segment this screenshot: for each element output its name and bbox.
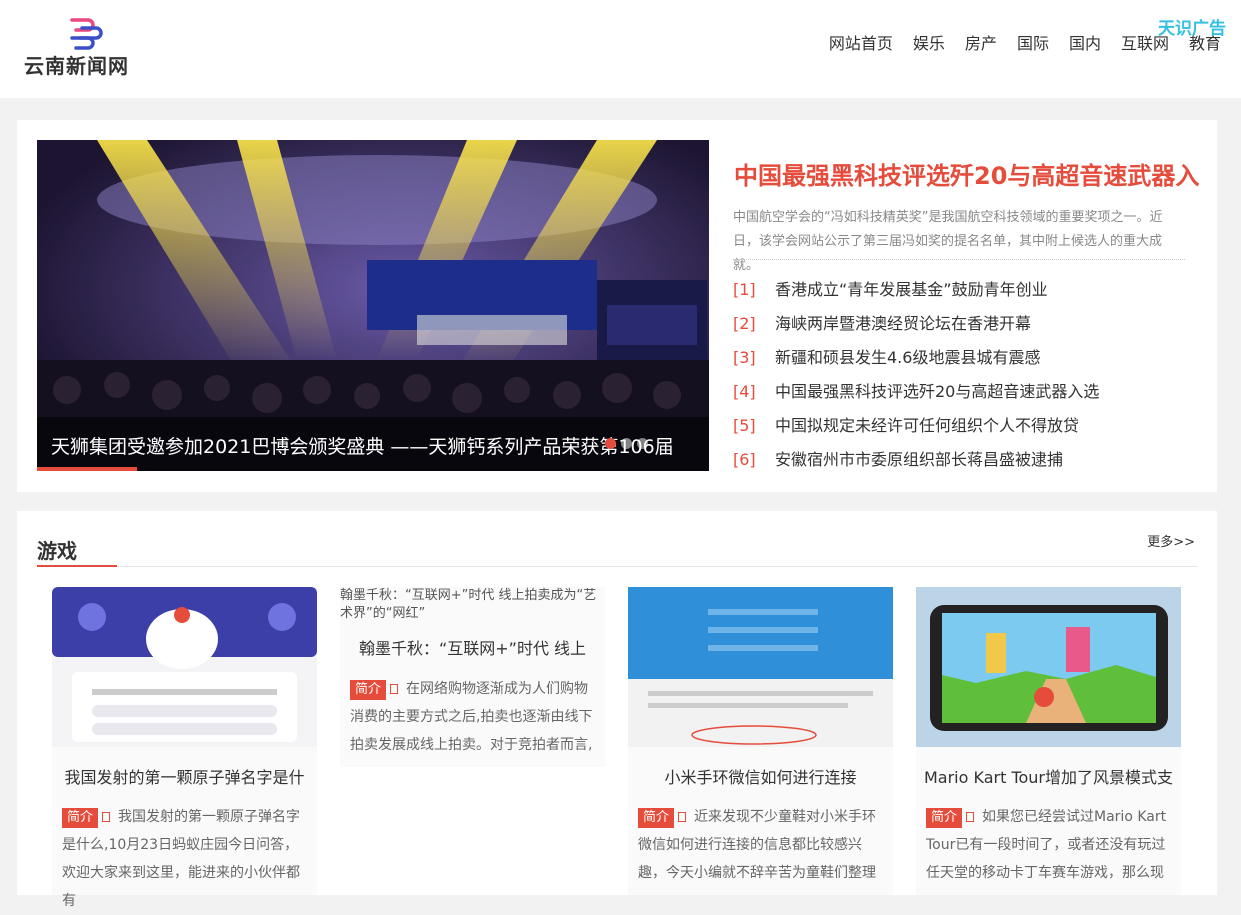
image-slider[interactable]: 天狮集团受邀参加2021巴博会颁奖盛典 ——天狮钙系列产品荣获第106届 <box>37 140 709 471</box>
game-card-3[interactable]: 小米手环微信如何进行连接 简介 近来发现不少童鞋对小米手环微信如何进行连接的信息都… <box>628 587 893 895</box>
list-item-number: [1] <box>733 280 756 299</box>
section-title-underline <box>37 565 117 567</box>
slider-dot-2[interactable] <box>621 438 632 449</box>
slider-dots <box>605 438 648 449</box>
card-title[interactable]: Mario Kart Tour增加了风景模式支 <box>916 764 1181 788</box>
intro-tag: 简介 <box>926 808 963 828</box>
list-item-number: [6] <box>733 450 756 469</box>
section-title: 游戏 <box>37 539 77 563</box>
site-header: 云南新闻网 网站首页 娱乐 房产 国际 国内 互联网 教育 天识广告 <box>0 0 1241 98</box>
wechat-band-image <box>628 587 893 747</box>
nav-real-estate[interactable]: 房产 <box>965 30 997 54</box>
list-item-title[interactable]: 中国最强黑科技评选歼20与高超音速武器入选 <box>775 382 1099 401</box>
list-item-title[interactable]: 海峡两岸暨港澳经贸论坛在香港开幕 <box>775 314 1031 333</box>
card-title[interactable]: 小米手环微信如何进行连接 <box>628 764 893 788</box>
slider-caption[interactable]: 天狮集团受邀参加2021巴博会颁奖盛典 ——天狮钙系列产品荣获第106届 <box>51 432 674 459</box>
list-item-number: [3] <box>733 348 756 367</box>
list-item-title[interactable]: 新疆和硕县发生4.6级地震县城有震感 <box>775 348 1040 367</box>
list-item-number: [4] <box>733 382 756 401</box>
game-card-1[interactable]: 我国发射的第一颗原子弹名字是什 简介 我国发射的第一颗原子弹名字是什么,10月23… <box>52 587 317 909</box>
card-image[interactable] <box>628 587 893 747</box>
nav-international[interactable]: 国际 <box>1017 30 1049 54</box>
list-item[interactable]: [1] 香港成立“青年发展基金”鼓励青年创业 <box>733 276 1099 310</box>
logo-text: 云南新闻网 <box>24 54 129 78</box>
list-item[interactable]: [3] 新疆和硕县发生4.6级地震县城有震感 <box>733 344 1099 378</box>
card-image[interactable] <box>52 587 317 747</box>
game-section: 游戏 更多>> 我国发射的第一颗原子弹名字是什 简介 我国发射的第一颗原子弹名字是… <box>17 511 1217 909</box>
feature-divider <box>733 259 1185 260</box>
list-item-title[interactable]: 香港成立“青年发展基金”鼓励青年创业 <box>775 280 1048 299</box>
ad-label[interactable]: 天识广告 <box>1158 14 1226 39</box>
card-title[interactable]: 我国发射的第一颗原子弹名字是什 <box>52 764 317 788</box>
card-title[interactable]: 翰墨千秋：“互联网+”时代 线上 <box>340 635 605 659</box>
nav-home[interactable]: 网站首页 <box>829 30 893 54</box>
intro-tag: 简介 <box>350 680 387 700</box>
site-logo[interactable]: 云南新闻网 <box>24 12 148 78</box>
intro-tag: 简介 <box>638 808 675 828</box>
mario-kart-image <box>916 587 1181 747</box>
feature-headline[interactable]: 中国最强黑科技评选歼20与高超音速武器入 <box>734 156 1199 191</box>
tag-marker-icon <box>390 684 399 694</box>
list-item[interactable]: [2] 海峡两岸暨港澳经贸论坛在香港开幕 <box>733 310 1099 344</box>
card-image-alt[interactable]: 翰墨千秋：“互联网+”时代 线上拍卖成为“艺术界”的“网红” <box>340 587 600 623</box>
tag-marker-icon <box>966 812 975 822</box>
list-item[interactable]: [4] 中国最强黑科技评选歼20与高超音速武器入选 <box>733 378 1099 412</box>
slider-dot-3[interactable] <box>637 438 648 449</box>
intro-tag: 简介 <box>62 808 99 828</box>
more-link[interactable]: 更多>> <box>1147 531 1195 550</box>
list-item-title[interactable]: 安徽宿州市市委原组织部长蒋昌盛被逮捕 <box>775 450 1063 469</box>
list-item-number: [2] <box>733 314 756 333</box>
section-divider <box>37 566 1197 567</box>
logo-mark-icon <box>70 18 103 50</box>
slider-dot-1[interactable] <box>605 438 616 449</box>
game-card-2[interactable]: 翰墨千秋：“互联网+”时代 线上拍卖成为“艺术界”的“网红” 翰墨千秋：“互联网… <box>340 587 605 767</box>
tag-marker-icon <box>102 812 111 822</box>
card-desc: 简介 如果您已经尝试过Mario Kart Tour已有一段时间了，或者还没有玩过… <box>926 803 1171 887</box>
top-news-panel: 天狮集团受邀参加2021巴博会颁奖盛典 ——天狮钙系列产品荣获第106届 中国最… <box>17 120 1217 492</box>
card-image[interactable] <box>916 587 1181 747</box>
list-item-title[interactable]: 中国拟规定未经许可任何组织个人不得放贷 <box>775 416 1079 435</box>
tag-marker-icon <box>678 812 687 822</box>
card-desc: 简介 我国发射的第一颗原子弹名字是什么,10月23日蚂蚁庄园今日问答，欢迎大家来到… <box>62 803 307 915</box>
card-desc: 简介 在网络购物逐渐成为人们购物消费的主要方式之后,拍卖也逐渐由线下拍卖发展成线上… <box>350 675 595 759</box>
slider-progress-bar <box>37 467 137 471</box>
card-desc: 简介 近来发现不少童鞋对小米手环微信如何进行连接的信息都比较感兴趣，今天小编就不辞… <box>638 803 883 887</box>
nav-entertainment[interactable]: 娱乐 <box>913 30 945 54</box>
feature-summary: 中国航空学会的“冯如科技精英奖”是我国航空科技领域的重要奖项之一。近日，该学会网… <box>733 210 1163 273</box>
list-item-number: [5] <box>733 416 756 435</box>
nav-domestic[interactable]: 国内 <box>1069 30 1101 54</box>
game-app-image <box>52 587 317 747</box>
list-item[interactable]: [5] 中国拟规定未经许可任何组织个人不得放贷 <box>733 412 1099 446</box>
news-list: [1] 香港成立“青年发展基金”鼓励青年创业 [2] 海峡两岸暨港澳经贸论坛在香港开… <box>733 276 1099 480</box>
list-item[interactable]: [6] 安徽宿州市市委原组织部长蒋昌盛被逮捕 <box>733 446 1099 480</box>
card-desc-text: 在网络购物逐渐成为人们购物消费的主要方式之后,拍卖也逐渐由线下拍卖发展成线上拍卖… <box>350 681 593 753</box>
game-card-4[interactable]: Mario Kart Tour增加了风景模式支 简介 如果您已经尝试过Mario … <box>916 587 1181 895</box>
